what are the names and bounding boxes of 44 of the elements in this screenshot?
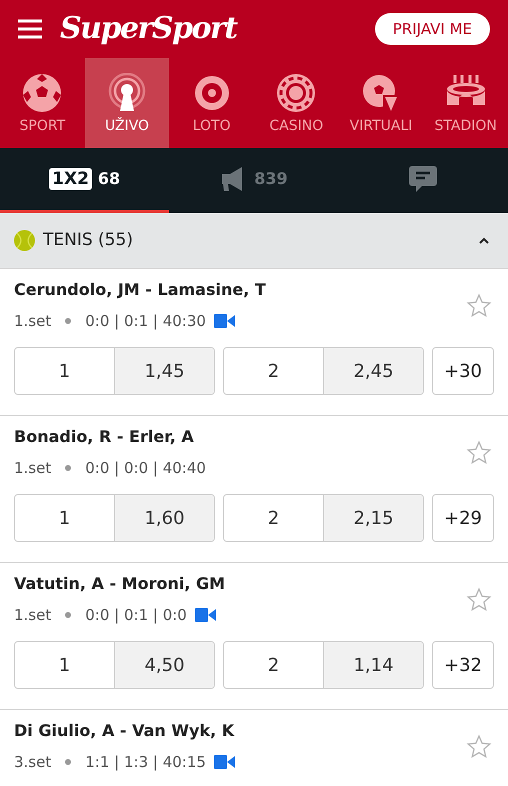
menu-icon[interactable] xyxy=(18,19,42,39)
casino-chip-icon xyxy=(276,73,316,113)
section-title: TENIS (55) xyxy=(43,228,133,252)
odds-button[interactable]: 1 4,50 xyxy=(14,641,215,689)
match-score: 0:0 | 0:0 | 40:40 xyxy=(85,458,206,478)
tab-count: 839 xyxy=(254,168,288,190)
logo[interactable]: SuperSport xyxy=(60,14,237,44)
odds-button[interactable]: 1 1,45 xyxy=(14,347,215,395)
match-score: 1:1 | 1:3 | 40:15 xyxy=(85,752,206,772)
broadcast-icon xyxy=(107,73,147,113)
login-button[interactable]: PRIJAVI ME xyxy=(374,13,490,45)
match-title[interactable]: Di Giulio, A - Van Wyk, K xyxy=(14,720,235,742)
more-bets-button[interactable]: +29 xyxy=(432,494,494,542)
soccer-ball-icon xyxy=(22,73,62,113)
match-score: 0:0 | 0:1 | 0:0 xyxy=(85,605,187,625)
match-title[interactable]: Bonadio, R - Erler, A xyxy=(14,426,206,448)
section-header[interactable]: TENIS (55) xyxy=(0,213,508,268)
favorite-star-icon[interactable] xyxy=(466,440,492,466)
more-bets-button[interactable]: +32 xyxy=(432,641,494,689)
set-label: 1.set xyxy=(14,311,52,331)
match-title[interactable]: Cerundolo, JM - Lamasine, T xyxy=(14,279,266,301)
market-badge: 1X2 xyxy=(49,168,92,190)
set-label: 3.set xyxy=(14,752,52,772)
tab[interactable]: 839 xyxy=(169,148,339,213)
video-camera-icon xyxy=(194,608,216,622)
odds-button[interactable]: 1 1,60 xyxy=(14,494,215,542)
odds-button[interactable]: 2 2,15 xyxy=(223,494,424,542)
tennis-ball-icon xyxy=(14,230,35,251)
collapse-caret-icon[interactable] xyxy=(478,236,490,244)
favorite-star-icon[interactable] xyxy=(466,293,492,319)
odds-button[interactable]: 2 2,45 xyxy=(223,347,424,395)
set-label: 1.set xyxy=(14,458,52,478)
video-camera-icon xyxy=(214,755,235,769)
favorite-star-icon[interactable] xyxy=(466,734,492,760)
nav-tab[interactable]: UŽIVO xyxy=(84,58,170,148)
video-camera-icon xyxy=(214,314,235,328)
chat-icon xyxy=(408,165,438,193)
set-label: 1.set xyxy=(14,605,52,625)
tab-count: 68 xyxy=(98,168,120,190)
match-title[interactable]: Vatutin, A - Moroni, GM xyxy=(14,573,226,595)
more-bets-button[interactable]: +30 xyxy=(432,347,494,395)
favorite-star-icon[interactable] xyxy=(466,587,492,613)
match-score: 0:0 | 0:1 | 40:30 xyxy=(85,311,206,331)
odds-button[interactable]: 2 1,14 xyxy=(223,641,424,689)
